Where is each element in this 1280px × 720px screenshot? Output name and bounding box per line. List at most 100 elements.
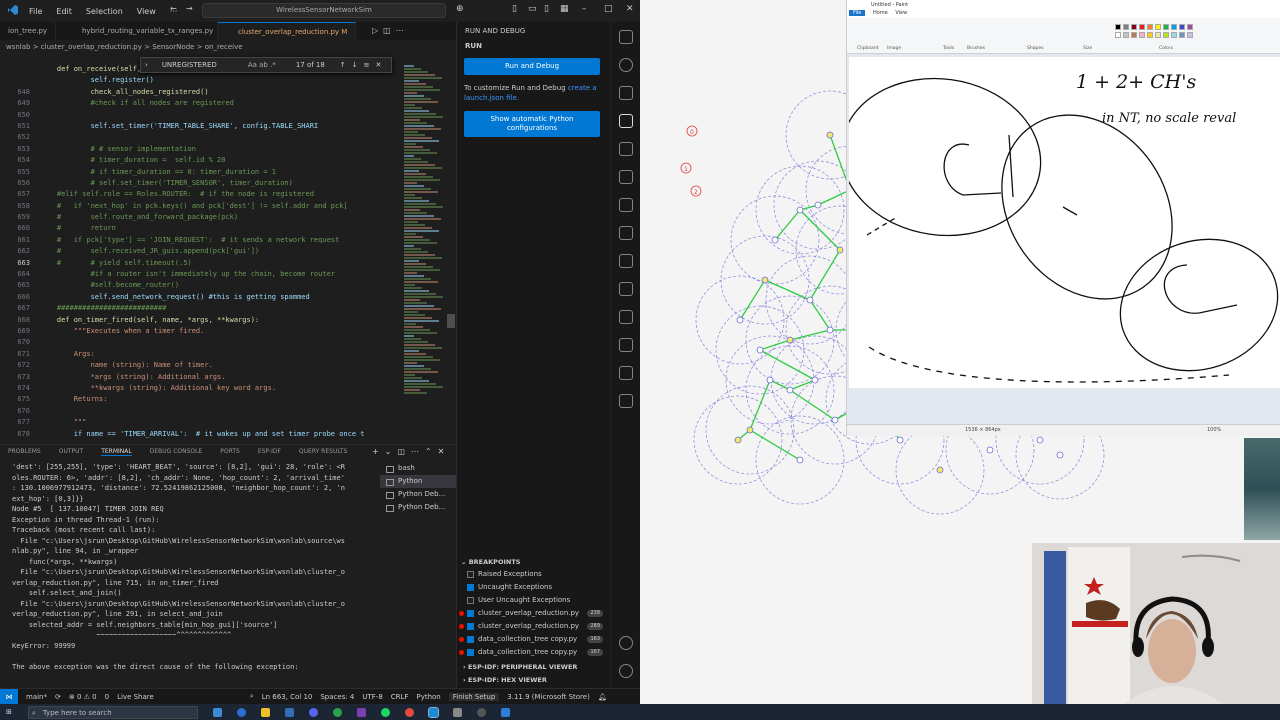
line-text[interactable]: *args (string): Additional args. bbox=[30, 372, 226, 383]
color-swatch[interactable] bbox=[1131, 24, 1137, 30]
code-line[interactable]: 648 check_all_nodes_registered() bbox=[0, 87, 400, 98]
show-python-configs-button[interactable]: Show automatic Python configurations bbox=[464, 111, 600, 137]
terminal-dropdown-icon[interactable]: ⌄ bbox=[385, 447, 398, 456]
color-swatch[interactable] bbox=[1147, 24, 1153, 30]
line-text[interactable]: # # sensor implementation bbox=[30, 144, 196, 155]
code-line[interactable]: 672 name (string): Name of timer. bbox=[0, 360, 400, 371]
toggle-secondary-icon[interactable]: ▯ bbox=[544, 4, 549, 14]
breakpoint-checkbox[interactable] bbox=[467, 584, 474, 591]
breakpoint-checkbox[interactable] bbox=[467, 610, 474, 617]
remote-explorer-icon[interactable] bbox=[619, 142, 633, 156]
breakpoints-title[interactable]: ⌄ BREAKPOINTS bbox=[457, 556, 611, 568]
menu-edit[interactable]: Edit bbox=[49, 7, 79, 16]
panel-tab-ports[interactable]: PORTS bbox=[220, 448, 240, 455]
code-line[interactable]: 668 def on_timer_fired(self, name, *args… bbox=[0, 315, 400, 326]
vscode-taskbar-icon[interactable] bbox=[427, 706, 439, 718]
code-line[interactable]: 657 #elif self.role == Roles.ROUTER: # i… bbox=[0, 189, 400, 200]
live-share-icon[interactable] bbox=[619, 254, 633, 268]
code-line[interactable]: 655 # if timer_duration == 0: timer_dura… bbox=[0, 167, 400, 178]
layers-icon[interactable] bbox=[619, 366, 633, 380]
discord-icon[interactable] bbox=[308, 707, 318, 717]
terminal-item-python[interactable]: Python bbox=[380, 475, 456, 488]
visual-studio-icon[interactable] bbox=[356, 707, 366, 717]
find-prev-icon[interactable]: ↑ bbox=[340, 61, 346, 69]
store-icon[interactable] bbox=[284, 707, 294, 717]
terminal-item-bash[interactable]: bash bbox=[380, 462, 456, 475]
find-options[interactable]: Aa ab .* bbox=[248, 61, 292, 69]
minimize-icon[interactable]: – bbox=[582, 4, 587, 14]
new-terminal-icon[interactable]: + bbox=[372, 447, 385, 456]
testing-icon[interactable] bbox=[619, 198, 633, 212]
line-text[interactable]: """Executes when a timer fired. bbox=[30, 326, 205, 337]
settings-gear-icon[interactable] bbox=[619, 664, 633, 678]
line-text[interactable] bbox=[30, 406, 40, 417]
panel-tab-query-results[interactable]: QUERY RESULTS bbox=[299, 448, 347, 455]
nav-back-icon[interactable]: ← bbox=[170, 4, 177, 13]
run-and-debug-button[interactable]: Run and Debug bbox=[464, 58, 600, 75]
code-line[interactable]: 654 # timer_duration = self.id % 20 bbox=[0, 155, 400, 166]
line-text[interactable]: """ bbox=[30, 417, 87, 428]
breakpoint-item[interactable]: Raised Exceptions bbox=[457, 568, 611, 581]
color-swatch[interactable] bbox=[1179, 32, 1185, 38]
code-line[interactable]: 659 # self.route_and_forward_package(pck… bbox=[0, 212, 400, 223]
esp-idf-hex-viewer[interactable]: › ESP-IDF: HEX VIEWER bbox=[457, 674, 611, 687]
code-line[interactable]: 660 # return bbox=[0, 223, 400, 234]
line-text[interactable]: Returns: bbox=[30, 394, 108, 405]
breakpoint-item[interactable]: data_collection_tree copy.py 167 bbox=[457, 646, 611, 659]
file-explorer-icon[interactable] bbox=[260, 707, 270, 717]
find-selection-icon[interactable]: ≡ bbox=[364, 61, 370, 69]
line-text[interactable]: Args: bbox=[30, 349, 95, 360]
status-encoding[interactable]: UTF-8 bbox=[362, 693, 382, 701]
paint-tab-file[interactable]: File bbox=[849, 10, 866, 16]
line-text[interactable] bbox=[30, 337, 40, 348]
color-swatch[interactable] bbox=[1147, 32, 1153, 38]
editor-scrollbar[interactable] bbox=[446, 64, 456, 438]
status-finish-setup[interactable]: Finish Setup bbox=[448, 692, 500, 701]
line-text[interactable]: # return bbox=[30, 223, 116, 234]
color-swatch[interactable] bbox=[1139, 24, 1145, 30]
code-line[interactable]: 663 # # yield self.timeout(.5) bbox=[0, 258, 400, 269]
line-text[interactable]: self.send_network_request() #this is get… bbox=[30, 292, 310, 303]
line-text[interactable]: #elif self.role == Roles.ROUTER: # if th… bbox=[30, 189, 314, 200]
code-editor[interactable]: def on_receive(self, pck): self.register… bbox=[0, 64, 400, 438]
panel-tab-debug-console[interactable]: DEBUG CONSOLE bbox=[150, 448, 203, 455]
code-line[interactable]: 677 """ bbox=[0, 417, 400, 428]
code-line[interactable]: 678 if name == 'TIMER_ARRIVAL': # it wak… bbox=[0, 429, 400, 439]
color-swatch[interactable] bbox=[1187, 32, 1193, 38]
code-line[interactable]: 661 # if pck['type'] == 'JOIN_REQUEST': … bbox=[0, 235, 400, 246]
status-zoom-icon[interactable]: ⌕ bbox=[250, 692, 254, 701]
line-text[interactable]: check_all_nodes_registered() bbox=[30, 87, 209, 98]
line-text[interactable]: **kwargs (string): Additional key word a… bbox=[30, 383, 276, 394]
status-eol[interactable]: CRLF bbox=[391, 693, 409, 701]
line-text[interactable]: # if 'next_hop' in pck.keys() and pck['d… bbox=[30, 201, 348, 212]
status-position[interactable]: Ln 663, Col 10 bbox=[262, 693, 313, 701]
layout-icon[interactable]: ▦ bbox=[560, 4, 569, 14]
color-swatch[interactable] bbox=[1187, 24, 1193, 30]
close-panel-icon[interactable]: ✕ bbox=[438, 447, 451, 456]
line-text[interactable]: ########################## bbox=[30, 303, 167, 314]
task-view-icon[interactable] bbox=[212, 707, 222, 717]
breakpoint-checkbox[interactable] bbox=[467, 571, 474, 578]
line-text[interactable]: self.register() bbox=[30, 75, 154, 86]
command-center-search[interactable]: WirelessSensorNetworkSim bbox=[202, 3, 446, 18]
code-line[interactable]: 669 """Executes when a timer fired. bbox=[0, 326, 400, 337]
color-swatch[interactable] bbox=[1131, 32, 1137, 38]
find-next-icon[interactable]: ↓ bbox=[352, 61, 358, 69]
code-line[interactable]: 651 self.set_timer('TIMER_TABLE_SHARE', … bbox=[0, 121, 400, 132]
code-line[interactable]: 650 bbox=[0, 110, 400, 121]
code-line[interactable]: 670 bbox=[0, 337, 400, 348]
edge-icon[interactable] bbox=[236, 707, 246, 717]
copilot-icon[interactable]: ⊕ bbox=[456, 4, 464, 14]
search-icon[interactable] bbox=[619, 58, 633, 72]
obs-icon[interactable] bbox=[476, 707, 486, 717]
toggle-panel-icon[interactable]: ▭ bbox=[528, 4, 537, 14]
code-line[interactable]: 673 *args (string): Additional args. bbox=[0, 372, 400, 383]
status-branch[interactable]: main* bbox=[26, 693, 47, 701]
chrome-icon[interactable] bbox=[404, 707, 414, 717]
code-line[interactable]: 658 # if 'next_hop' in pck.keys() and pc… bbox=[0, 201, 400, 212]
breakpoint-item[interactable]: Uncaught Exceptions bbox=[457, 581, 611, 594]
color-swatch[interactable] bbox=[1139, 32, 1145, 38]
code-line[interactable]: 653 # # sensor implementation bbox=[0, 144, 400, 155]
color-swatch[interactable] bbox=[1115, 32, 1121, 38]
breakpoint-item[interactable]: User Uncaught Exceptions bbox=[457, 594, 611, 607]
